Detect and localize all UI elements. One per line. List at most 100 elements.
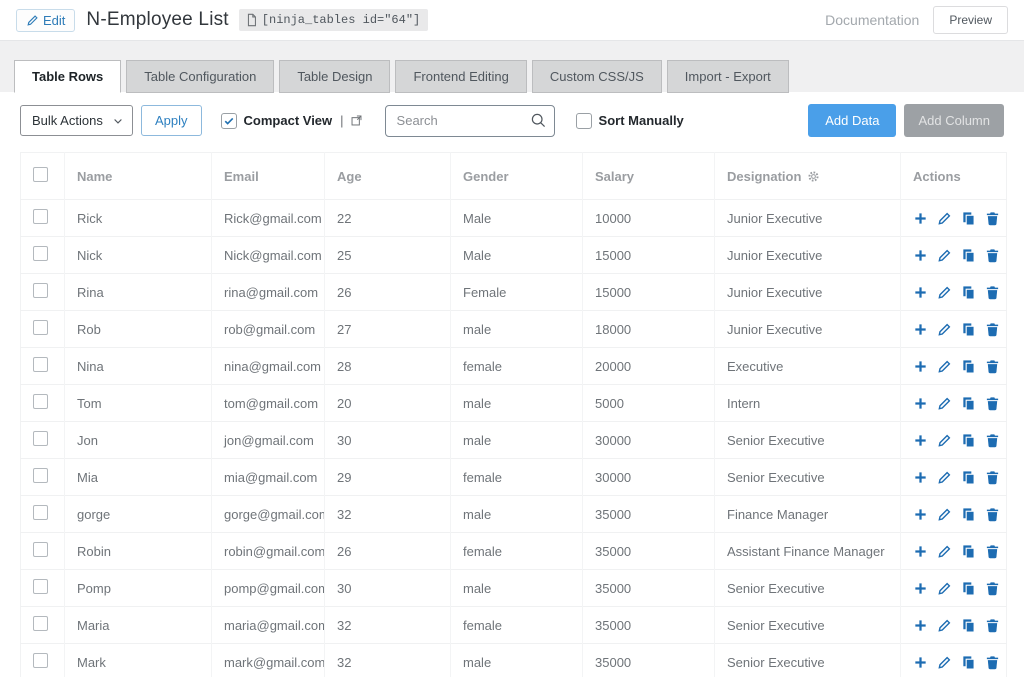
duplicate-row-icon[interactable] xyxy=(961,618,976,633)
delete-row-icon[interactable] xyxy=(985,655,1000,670)
add-row-icon[interactable] xyxy=(913,507,928,522)
duplicate-row-icon[interactable] xyxy=(961,211,976,226)
delete-row-icon[interactable] xyxy=(985,248,1000,263)
gear-icon[interactable] xyxy=(807,170,820,183)
row-checkbox[interactable] xyxy=(33,542,48,557)
duplicate-row-icon[interactable] xyxy=(961,507,976,522)
duplicate-row-icon[interactable] xyxy=(961,655,976,670)
cell-email: maria@gmail.com xyxy=(212,607,325,644)
cell-gender: male xyxy=(451,644,583,677)
cell-designation: Junior Executive xyxy=(715,274,901,311)
tab-table-rows[interactable]: Table Rows xyxy=(14,60,121,93)
duplicate-row-icon[interactable] xyxy=(961,285,976,300)
add-row-icon[interactable] xyxy=(913,470,928,485)
cell-name: Rob xyxy=(65,311,212,348)
row-checkbox[interactable] xyxy=(33,283,48,298)
delete-row-icon[interactable] xyxy=(985,618,1000,633)
table-row: Nick Nick@gmail.com 25 Male 15000 Junior… xyxy=(21,237,1007,274)
edit-title-button[interactable]: Edit xyxy=(16,9,75,32)
row-checkbox-cell xyxy=(21,311,65,348)
duplicate-row-icon[interactable] xyxy=(961,248,976,263)
duplicate-row-icon[interactable] xyxy=(961,322,976,337)
edit-row-icon[interactable] xyxy=(937,581,952,596)
row-checkbox[interactable] xyxy=(33,431,48,446)
preview-button[interactable]: Preview xyxy=(933,6,1008,34)
edit-row-icon[interactable] xyxy=(937,359,952,374)
cell-email: Rick@gmail.com xyxy=(212,200,325,237)
delete-row-icon[interactable] xyxy=(985,544,1000,559)
delete-row-icon[interactable] xyxy=(985,285,1000,300)
column-header-gender[interactable]: Gender xyxy=(451,153,583,200)
column-header-designation[interactable]: Designation xyxy=(715,153,901,200)
delete-row-icon[interactable] xyxy=(985,359,1000,374)
edit-row-icon[interactable] xyxy=(937,285,952,300)
duplicate-row-icon[interactable] xyxy=(961,581,976,596)
bulk-actions-select[interactable]: Bulk Actions xyxy=(20,105,133,136)
row-checkbox[interactable] xyxy=(33,468,48,483)
designation-header-label: Designation xyxy=(727,169,801,184)
column-header-age[interactable]: Age xyxy=(325,153,451,200)
duplicate-row-icon[interactable] xyxy=(961,359,976,374)
shortcode-chip[interactable]: [ninja_tables id="64"] xyxy=(239,9,428,31)
row-checkbox[interactable] xyxy=(33,505,48,520)
row-checkbox[interactable] xyxy=(33,209,48,224)
add-row-icon[interactable] xyxy=(913,359,928,374)
row-checkbox[interactable] xyxy=(33,246,48,261)
row-checkbox[interactable] xyxy=(33,394,48,409)
edit-row-icon[interactable] xyxy=(937,248,952,263)
edit-row-icon[interactable] xyxy=(937,322,952,337)
row-checkbox[interactable] xyxy=(33,357,48,372)
select-all-checkbox[interactable] xyxy=(33,167,48,182)
column-header-name[interactable]: Name xyxy=(65,153,212,200)
add-column-button[interactable]: Add Column xyxy=(904,104,1004,137)
row-checkbox[interactable] xyxy=(33,320,48,335)
duplicate-row-icon[interactable] xyxy=(961,433,976,448)
tab-custom-css-js[interactable]: Custom CSS/JS xyxy=(532,60,662,93)
row-checkbox[interactable] xyxy=(33,616,48,631)
apply-button[interactable]: Apply xyxy=(141,105,202,136)
add-data-button[interactable]: Add Data xyxy=(808,104,896,137)
add-row-icon[interactable] xyxy=(913,433,928,448)
edit-row-icon[interactable] xyxy=(937,396,952,411)
sort-manually-checkbox[interactable] xyxy=(576,113,592,129)
tab-import-export[interactable]: Import - Export xyxy=(667,60,789,93)
edit-row-icon[interactable] xyxy=(937,655,952,670)
add-row-icon[interactable] xyxy=(913,285,928,300)
duplicate-row-icon[interactable] xyxy=(961,396,976,411)
add-row-icon[interactable] xyxy=(913,396,928,411)
external-link-icon[interactable] xyxy=(350,114,363,127)
delete-row-icon[interactable] xyxy=(985,433,1000,448)
add-row-icon[interactable] xyxy=(913,655,928,670)
delete-row-icon[interactable] xyxy=(985,581,1000,596)
add-row-icon[interactable] xyxy=(913,618,928,633)
delete-row-icon[interactable] xyxy=(985,322,1000,337)
compact-view-checkbox[interactable] xyxy=(221,113,237,129)
edit-row-icon[interactable] xyxy=(937,470,952,485)
row-checkbox[interactable] xyxy=(33,653,48,668)
tab-table-design[interactable]: Table Design xyxy=(279,60,390,93)
delete-row-icon[interactable] xyxy=(985,396,1000,411)
edit-row-icon[interactable] xyxy=(937,618,952,633)
row-checkbox[interactable] xyxy=(33,579,48,594)
add-row-icon[interactable] xyxy=(913,581,928,596)
tab-frontend-editing[interactable]: Frontend Editing xyxy=(395,60,526,93)
edit-row-icon[interactable] xyxy=(937,544,952,559)
edit-row-icon[interactable] xyxy=(937,507,952,522)
add-row-icon[interactable] xyxy=(913,211,928,226)
duplicate-row-icon[interactable] xyxy=(961,470,976,485)
documentation-link[interactable]: Documentation xyxy=(825,12,919,28)
edit-row-icon[interactable] xyxy=(937,211,952,226)
delete-row-icon[interactable] xyxy=(985,211,1000,226)
delete-row-icon[interactable] xyxy=(985,507,1000,522)
column-header-salary[interactable]: Salary xyxy=(583,153,715,200)
add-row-icon[interactable] xyxy=(913,544,928,559)
delete-row-icon[interactable] xyxy=(985,470,1000,485)
edit-row-icon[interactable] xyxy=(937,433,952,448)
column-header-email[interactable]: Email xyxy=(212,153,325,200)
duplicate-row-icon[interactable] xyxy=(961,544,976,559)
tab-table-configuration[interactable]: Table Configuration xyxy=(126,60,274,93)
add-row-icon[interactable] xyxy=(913,248,928,263)
add-row-icon[interactable] xyxy=(913,322,928,337)
row-checkbox-cell xyxy=(21,644,65,677)
cell-age: 32 xyxy=(325,644,451,677)
